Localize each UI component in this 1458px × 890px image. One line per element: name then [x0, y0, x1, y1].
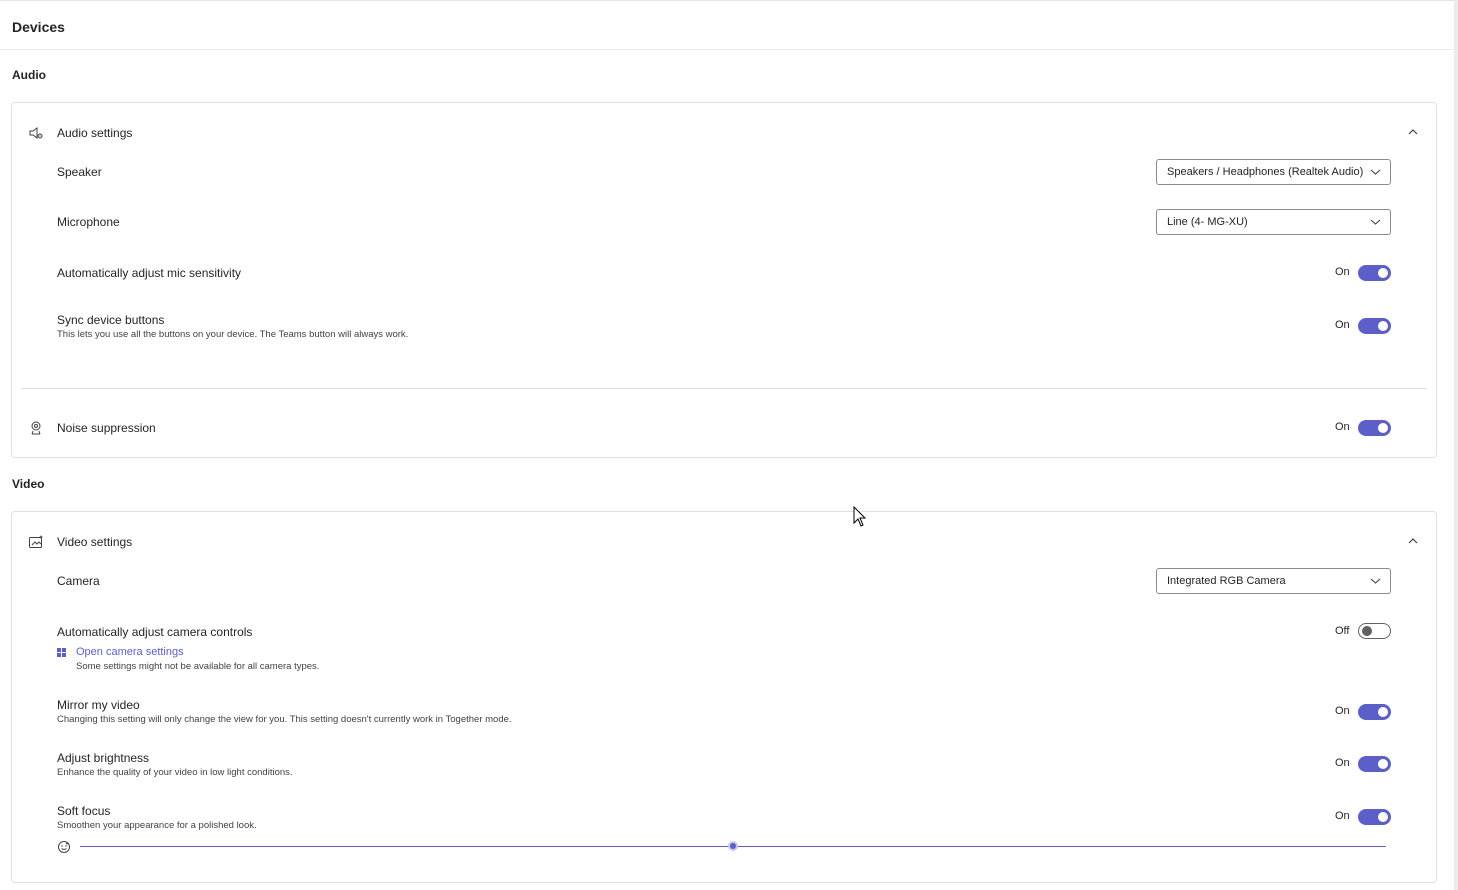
- title-divider: [0, 49, 1454, 50]
- camera-settings-note: Some settings might not be available for…: [76, 661, 320, 672]
- brightness-description: Enhance the quality of your video in low…: [57, 767, 293, 778]
- noise-suppression-icon: [31, 421, 41, 435]
- video-settings-card: Video settings Camera Integrated RGB Cam…: [11, 511, 1437, 883]
- mirror-video-description: Changing this setting will only change t…: [57, 714, 512, 725]
- speaker-label: Speaker: [57, 165, 102, 179]
- mirror-video-state: On: [1335, 705, 1350, 717]
- speaker-dropdown[interactable]: Speakers / Headphones (Realtek Audio): [1156, 159, 1391, 185]
- brightness-state: On: [1335, 757, 1350, 769]
- windows-logo-icon: [57, 648, 66, 657]
- camera-label: Camera: [57, 574, 100, 588]
- mirror-video-toggle[interactable]: [1358, 704, 1391, 720]
- open-camera-settings-link[interactable]: Open camera settings: [76, 646, 184, 658]
- audio-section-label: Audio: [12, 68, 46, 82]
- video-section-label: Video: [12, 477, 45, 491]
- noise-suppression-toggle[interactable]: [1358, 420, 1391, 436]
- auto-mic-label: Automatically adjust mic sensitivity: [57, 266, 242, 280]
- noise-suppression-state: On: [1335, 421, 1350, 433]
- top-border: [0, 0, 1454, 1]
- sync-buttons-toggle[interactable]: [1358, 318, 1391, 334]
- chevron-down-icon: [1370, 219, 1381, 225]
- page-title: Devices: [12, 19, 65, 35]
- noise-suppression-label: Noise suppression: [57, 421, 156, 435]
- camera-dropdown[interactable]: Integrated RGB Camera: [1156, 568, 1391, 594]
- audio-settings-card: Audio settings Speaker Speakers / Headph…: [11, 102, 1437, 458]
- face-icon: [58, 841, 70, 853]
- auto-mic-toggle[interactable]: [1358, 265, 1391, 281]
- chevron-up-icon[interactable]: [1406, 125, 1420, 139]
- auto-camera-state: Off: [1335, 625, 1350, 637]
- soft-focus-state: On: [1335, 810, 1350, 822]
- auto-mic-state: On: [1335, 266, 1350, 278]
- speaker-gear-icon: [29, 127, 43, 139]
- soft-focus-description: Smoothen your appearance for a polished …: [57, 820, 257, 831]
- chevron-down-icon: [1370, 578, 1381, 584]
- video-settings-title: Video settings: [57, 535, 133, 549]
- devices-settings-page: Devices Audio Audio settings Speaker Spe…: [0, 0, 1454, 890]
- camera-dropdown-value: Integrated RGB Camera: [1167, 575, 1286, 587]
- speaker-dropdown-value: Speakers / Headphones (Realtek Audio): [1167, 166, 1364, 178]
- audio-divider: [21, 388, 1427, 389]
- brightness-toggle[interactable]: [1358, 756, 1391, 772]
- audio-settings-title: Audio settings: [57, 126, 133, 140]
- brightness-label: Adjust brightness: [57, 751, 150, 765]
- auto-camera-toggle[interactable]: [1358, 623, 1391, 639]
- video-settings-icon: [29, 535, 43, 548]
- microphone-label: Microphone: [57, 215, 120, 229]
- soft-focus-toggle[interactable]: [1358, 809, 1391, 825]
- sync-buttons-description: This lets you use all the buttons on you…: [57, 329, 409, 340]
- chevron-down-icon: [1370, 169, 1381, 175]
- chevron-up-icon[interactable]: [1406, 534, 1420, 548]
- sync-buttons-label: Sync device buttons: [57, 313, 165, 327]
- scrollbar-edge: [1454, 0, 1458, 890]
- auto-camera-label: Automatically adjust camera controls: [57, 625, 253, 639]
- microphone-dropdown-value: Line (4- MG-XU): [1167, 216, 1248, 228]
- microphone-dropdown[interactable]: Line (4- MG-XU): [1156, 209, 1391, 235]
- mirror-video-label: Mirror my video: [57, 698, 140, 712]
- mouse-cursor-icon: [853, 506, 867, 527]
- soft-focus-label: Soft focus: [57, 804, 111, 818]
- sync-buttons-state: On: [1335, 319, 1350, 331]
- soft-focus-slider-thumb[interactable]: [728, 841, 738, 851]
